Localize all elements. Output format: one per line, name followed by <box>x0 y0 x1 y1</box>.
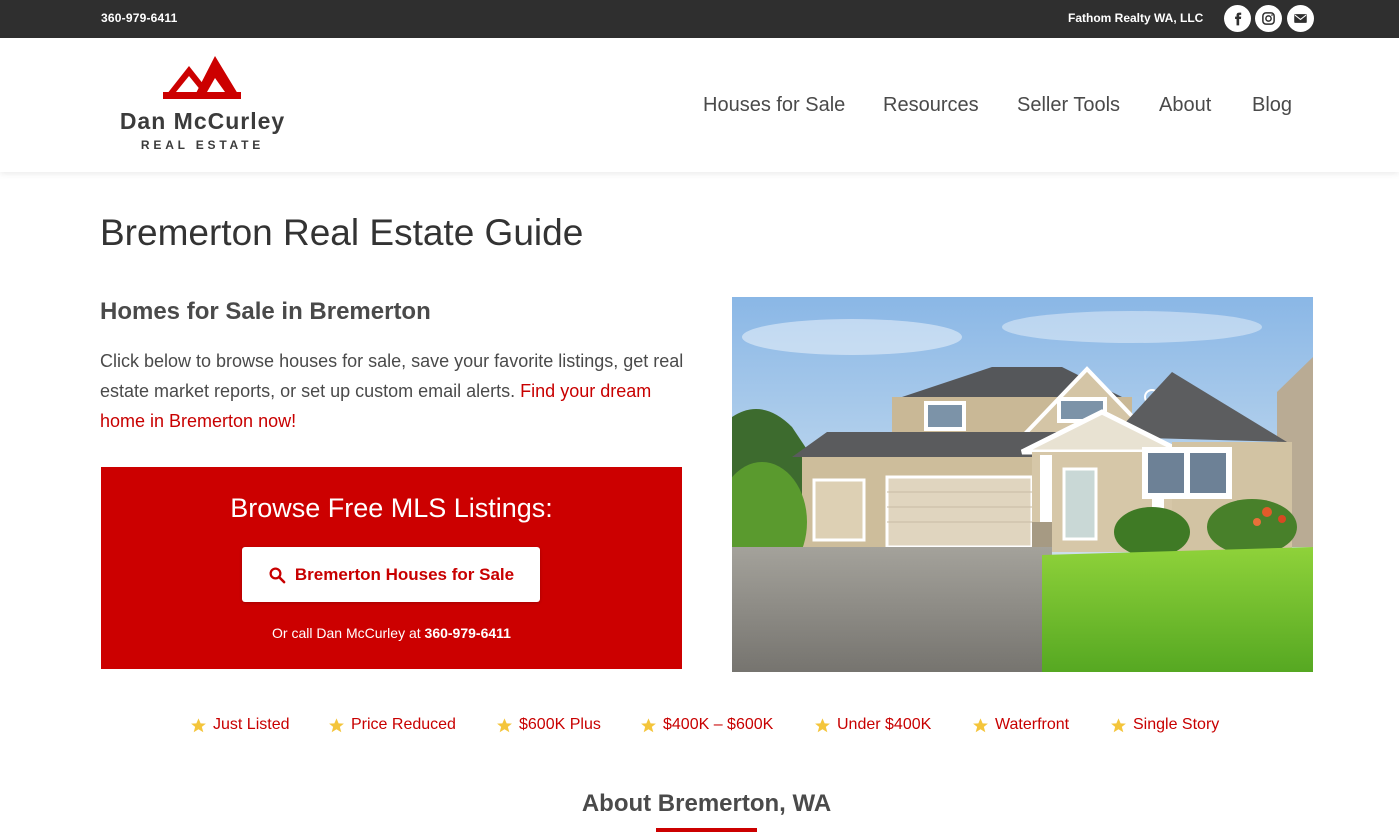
quick-link-price-reduced[interactable]: Price Reduced <box>328 716 456 734</box>
quick-link-label: Waterfront <box>995 716 1070 733</box>
browse-listings-button[interactable]: Bremerton Houses for Sale <box>242 547 540 602</box>
cta-call-prefix: Or call Dan McCurley at <box>272 625 425 641</box>
logo-name: Dan McCurley <box>119 108 286 134</box>
star-icon <box>191 717 206 732</box>
quick-link-label: Just Listed <box>213 716 290 733</box>
site-logo[interactable]: Dan McCurley REAL ESTATE <box>100 56 305 156</box>
quick-links: Just Listed Price Reduced $600K Plus $40… <box>0 716 1399 740</box>
quick-link-waterfront[interactable]: Waterfront <box>972 716 1069 734</box>
about-heading: About Bremerton, WA <box>581 790 832 817</box>
quick-link-under-400k[interactable]: Under $400K <box>814 716 931 734</box>
cta-call-phone[interactable]: 360-979-6411 <box>425 625 511 641</box>
logo-subtitle: REAL ESTATE <box>140 138 265 152</box>
quick-link-label: Under $400K <box>837 716 932 733</box>
facebook-icon[interactable] <box>1224 5 1251 32</box>
browse-listings-label: Bremerton Houses for Sale <box>294 564 515 584</box>
top-bar: 360-979-6411 Fathom Realty WA, LLC <box>0 0 1399 38</box>
search-icon <box>269 567 286 583</box>
star-icon <box>497 717 512 732</box>
quick-link-600k-plus[interactable]: $600K Plus <box>496 716 601 734</box>
topbar-company: Fathom Realty WA, LLC <box>1068 11 1204 25</box>
star-icon <box>1111 717 1126 732</box>
nav-about[interactable]: About <box>1159 94 1211 117</box>
quick-link-label: Single Story <box>1133 716 1220 733</box>
house-photo <box>732 297 1313 672</box>
section-heading: Homes for Sale in Bremerton <box>100 298 431 325</box>
cta-title: Browse Free MLS Listings: <box>230 493 553 523</box>
quick-link-label: $400K – $600K <box>663 716 774 733</box>
nav-houses-for-sale[interactable]: Houses for Sale <box>703 94 845 117</box>
topbar-phone[interactable]: 360-979-6411 <box>101 11 177 25</box>
nav-resources[interactable]: Resources <box>883 94 979 117</box>
star-icon <box>329 717 344 732</box>
star-icon <box>815 717 830 732</box>
quick-link-400k-600k[interactable]: $400K – $600K <box>640 716 773 734</box>
email-icon[interactable] <box>1287 5 1314 32</box>
nav-blog[interactable]: Blog <box>1252 94 1292 117</box>
instagram-icon[interactable] <box>1255 5 1282 32</box>
star-icon <box>973 717 988 732</box>
intro-paragraph: Click below to browse houses for sale, s… <box>100 346 690 436</box>
mountains-logo-icon <box>163 56 241 99</box>
quick-link-single-story[interactable]: Single Story <box>1110 716 1219 734</box>
cta-call-text: Or call Dan McCurley at 360-979-6411 <box>101 625 682 641</box>
mls-cta-box: Browse Free MLS Listings: Bremerton Hous… <box>101 467 682 669</box>
star-icon <box>641 717 656 732</box>
about-underline <box>656 828 757 832</box>
quick-link-label: $600K Plus <box>519 716 601 733</box>
page-title: Bremerton Real Estate Guide <box>100 212 584 253</box>
quick-link-just-listed[interactable]: Just Listed <box>190 716 289 734</box>
quick-link-label: Price Reduced <box>351 716 456 733</box>
nav-seller-tools[interactable]: Seller Tools <box>1017 94 1120 117</box>
site-header: Dan McCurley REAL ESTATE Houses for Sale… <box>0 38 1399 172</box>
